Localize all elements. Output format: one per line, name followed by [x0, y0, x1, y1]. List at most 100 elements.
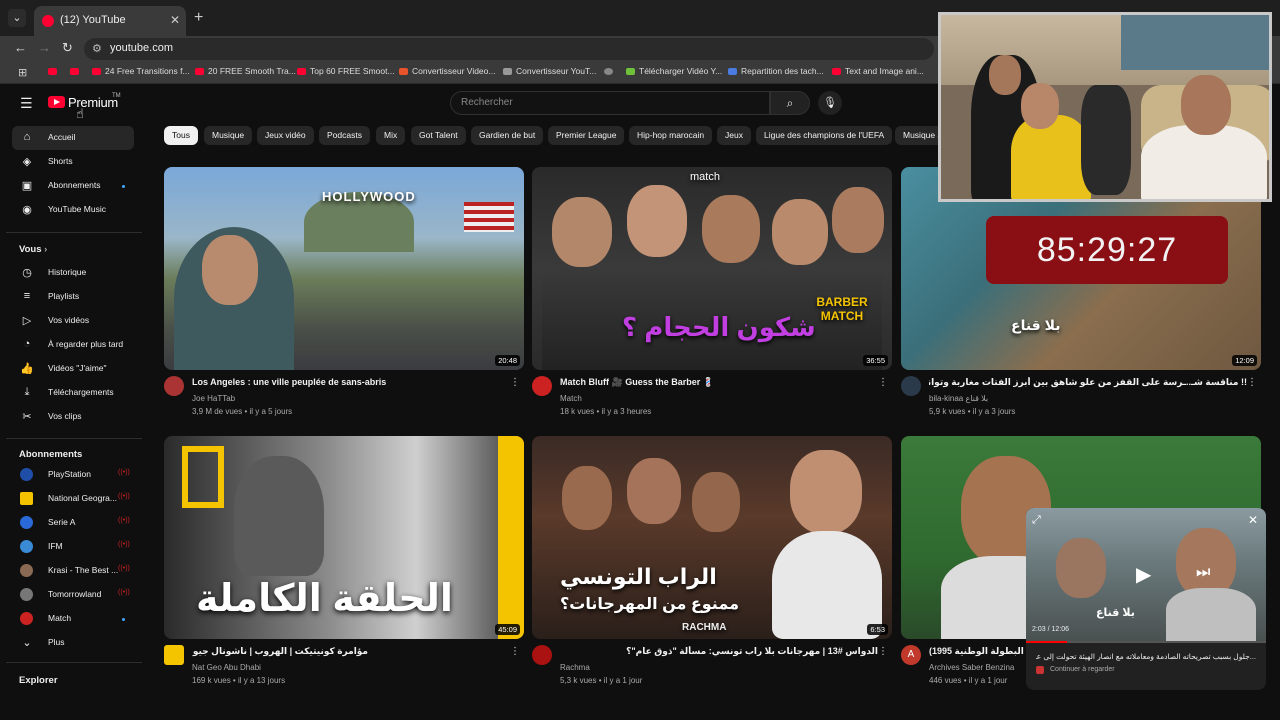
chip[interactable]: Musique a: [895, 126, 944, 145]
chip[interactable]: Jeux: [717, 126, 751, 145]
sidebar-item-playlists[interactable]: ≡ Playlists: [12, 285, 134, 309]
video-card[interactable]: بلا قناع 12:09 !! مناقسة شـ..ـرسة على ال…: [901, 167, 1261, 427]
video-title[interactable]: الدواس #13 | مهرجانات بلا راب تونسي: مسأ…: [560, 646, 878, 657]
channel-name[interactable]: Rachma: [560, 663, 590, 672]
bookmark-item[interactable]: Top 60 FREE Smoot...: [297, 66, 395, 76]
sidebar-subscription-playstation[interactable]: PlayStation ((•)): [12, 463, 134, 487]
sidebar-item-home[interactable]: ⌂ Accueil: [12, 126, 134, 150]
tab-search-menu-button[interactable]: ⌄: [8, 9, 26, 27]
bookmark-item[interactable]: Télécharger Vidéo Y...: [626, 66, 722, 76]
sidebar-item-subscriptions[interactable]: ▣ Abonnements: [12, 174, 134, 198]
video-title[interactable]: Los Angeles : une ville peuplée de sans-…: [192, 377, 502, 387]
chip[interactable]: Jeux vidéo: [257, 126, 314, 145]
youtube-logo-icon[interactable]: [48, 96, 65, 108]
chip[interactable]: Podcasts: [319, 126, 370, 145]
more-vert-icon[interactable]: ⋮: [878, 646, 888, 657]
video-card[interactable]: الحلقة الكاملة 45:09 مؤامرة كونيتيكت | ا…: [164, 436, 524, 696]
bookmark-item[interactable]: Repartition des tach...: [728, 66, 824, 76]
channel-avatar[interactable]: [164, 645, 184, 665]
channel-avatar[interactable]: [532, 645, 552, 665]
close-tab-icon[interactable]: ✕: [170, 13, 180, 27]
bookmark-youtube-1[interactable]: [48, 66, 61, 76]
reload-button[interactable]: ↻: [62, 40, 73, 56]
expand-icon[interactable]: ⤢: [1032, 514, 1041, 527]
video-card[interactable]: HOLLYWOOD 20:48 Los Angeles : une ville …: [164, 167, 524, 427]
channel-avatar[interactable]: [532, 376, 552, 396]
sidebar-item-downloads[interactable]: ⤓ Téléchargements: [12, 381, 134, 405]
sidebar-item-history[interactable]: ◷ Historique: [12, 261, 134, 285]
video-title[interactable]: Match Bluff 🎥 Guess the Barber 💈: [560, 377, 870, 388]
chip[interactable]: Tous: [164, 126, 198, 145]
continue-watching-label[interactable]: Continuer à regarder: [1050, 666, 1115, 673]
sidebar-subscription-national-geographic[interactable]: National Geogra... ((•)): [12, 487, 134, 511]
sidebar-item-clips[interactable]: ✂ Vos clips: [12, 405, 134, 429]
sidebar-subscription-krasi[interactable]: Krasi - The Best ... ((•)): [12, 559, 134, 583]
chip[interactable]: Musique: [204, 126, 253, 145]
chip[interactable]: Ligue des champions de l'UEFA: [756, 126, 893, 145]
video-thumbnail[interactable]: match شكون الحجام ؟ BARBER MATCH 36:55: [532, 167, 892, 370]
sidebar-subscription-ifm[interactable]: IFM ((•)): [12, 535, 134, 559]
chip[interactable]: Got Talent: [411, 126, 466, 145]
address-bar[interactable]: ⚙ youtube.com: [84, 38, 934, 60]
next-icon[interactable]: ⏭: [1196, 564, 1210, 582]
bookmark-item-globe[interactable]: [604, 66, 617, 76]
back-button[interactable]: ←: [14, 40, 27, 55]
sidebar-subscription-tomorrowland[interactable]: Tomorrowland ((•)): [12, 583, 134, 607]
chip[interactable]: Hip-hop marocain: [629, 126, 713, 145]
mini-player[interactable]: ⤢ ✕ ▶ ⏭ بلا قناع 2:03 / 12:06 ...جلول بس…: [1026, 508, 1266, 690]
sidebar-section-you[interactable]: Vous ›: [19, 244, 47, 255]
video-face: [1056, 538, 1106, 598]
bookmark-item[interactable]: Text and Image ani...: [832, 66, 924, 76]
sidebar-item-your-videos[interactable]: ▷ Vos vidéos: [12, 309, 134, 333]
sidebar-item-watch-later[interactable]: ◔ À regarder plus tard: [12, 333, 134, 357]
video-card[interactable]: match شكون الحجام ؟ BARBER MATCH 36:55 M…: [532, 167, 892, 427]
sidebar-item-label: Historique: [48, 267, 87, 277]
channel-avatar[interactable]: A: [901, 645, 921, 665]
more-vert-icon[interactable]: ⋮: [510, 646, 520, 657]
channel-avatar[interactable]: [164, 376, 184, 396]
chip[interactable]: Premier League: [548, 126, 625, 145]
mini-player-video[interactable]: ⤢ ✕ ▶ ⏭ بلا قناع 2:03 / 12:06: [1026, 508, 1266, 642]
channel-name[interactable]: Joe HaTTab: [192, 394, 235, 403]
browser-tab[interactable]: (12) YouTube ✕: [34, 6, 186, 36]
sidebar-item-more[interactable]: ⌄ Plus: [12, 631, 134, 655]
video-thumbnail[interactable]: HOLLYWOOD 20:48: [164, 167, 524, 370]
close-icon[interactable]: ✕: [1248, 513, 1258, 527]
video-title[interactable]: !! مناقسة شـ..ـرسة على القفز من علو شاهق…: [929, 377, 1247, 388]
sidebar-subscription-serie-a[interactable]: Serie A ((•)): [12, 511, 134, 535]
apps-grid-icon[interactable]: ⊞: [18, 66, 27, 79]
mini-player-title[interactable]: ...جلول بسبب تصريحاته الصادمة ومعاملاته …: [1036, 652, 1256, 661]
sidebar-item-shorts[interactable]: ◈ Shorts: [12, 150, 134, 174]
video-thumbnail[interactable]: الحلقة الكاملة 45:09: [164, 436, 524, 639]
channel-name[interactable]: Match: [560, 394, 582, 403]
menu-icon[interactable]: ☰: [20, 95, 33, 112]
bookmark-item[interactable]: Convertisseur Video...: [399, 66, 495, 76]
search-button[interactable]: ⌕: [770, 91, 810, 115]
sidebar-subscription-match[interactable]: Match: [12, 607, 134, 631]
bookmark-item[interactable]: Convertisseur YouT...: [503, 66, 596, 76]
more-vert-icon[interactable]: ⋮: [510, 377, 520, 388]
new-tab-button[interactable]: +: [194, 9, 203, 27]
chip[interactable]: Gardien de but: [471, 126, 544, 145]
more-vert-icon[interactable]: ⋮: [878, 377, 888, 388]
forward-button[interactable]: →: [38, 40, 51, 55]
video-thumbnail[interactable]: الراب التونسي ممنوع من المهرجانات؟ RACHM…: [532, 436, 892, 639]
search-input[interactable]: Rechercher: [450, 91, 770, 115]
video-card[interactable]: الراب التونسي ممنوع من المهرجانات؟ RACHM…: [532, 436, 892, 696]
chip[interactable]: Mix: [376, 126, 406, 145]
play-icon[interactable]: ▶: [1136, 562, 1151, 587]
bookmark-item[interactable]: 20 FREE Smooth Tra...: [195, 66, 296, 76]
channel-name[interactable]: Nat Geo Abu Dhabi: [192, 663, 261, 672]
mini-player-progress[interactable]: [1026, 641, 1266, 643]
sidebar-item-youtube-music[interactable]: ◉ YouTube Music: [12, 198, 134, 222]
bookmark-item[interactable]: 24 Free Transitions f...: [92, 66, 190, 76]
voice-search-button[interactable]: 🎙: [818, 91, 842, 115]
sidebar-item-liked-videos[interactable]: 👍 Vidéos "J'aime": [12, 357, 134, 381]
channel-name[interactable]: Archives Saber Benzina: [929, 663, 1014, 672]
site-info-icon[interactable]: ⚙: [92, 42, 102, 55]
more-vert-icon[interactable]: ⋮: [1247, 377, 1257, 388]
bookmark-youtube-2[interactable]: [70, 66, 83, 76]
channel-avatar[interactable]: [901, 376, 921, 396]
channel-name[interactable]: bila-kinaa بلا قناع: [929, 394, 988, 403]
video-title[interactable]: مؤامرة كونيتيكت | الهروب | ناشونال جيوغر…: [192, 646, 368, 657]
